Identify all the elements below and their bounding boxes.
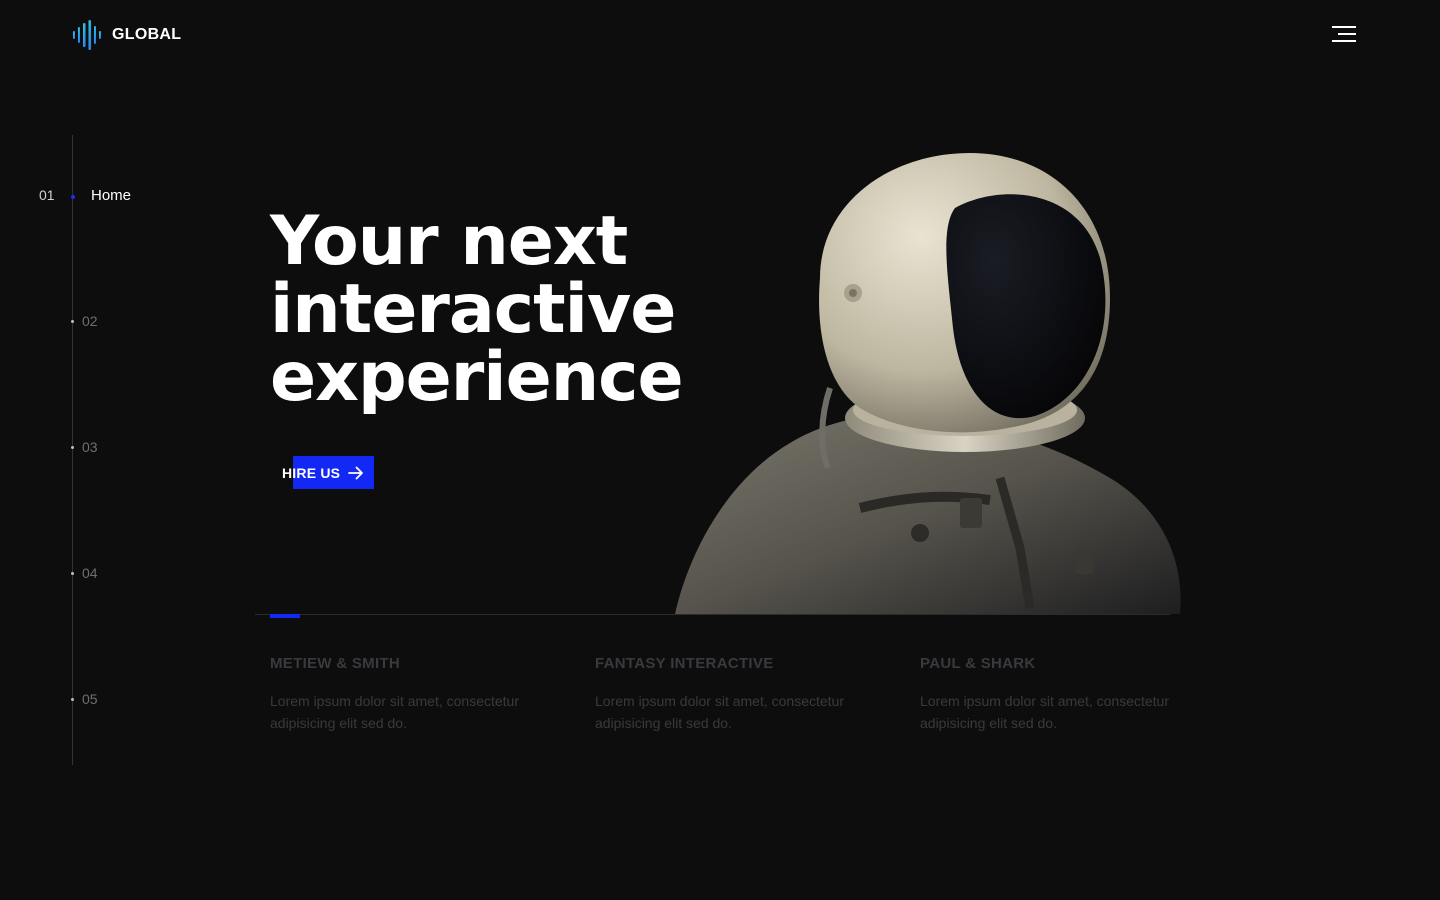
- side-nav-item-home[interactable]: 01 Home: [39, 187, 131, 204]
- hero-title-line: interactive: [270, 270, 676, 349]
- hire-us-label: HIRE US: [282, 464, 341, 481]
- side-nav-item-04[interactable]: 04: [71, 565, 98, 581]
- project-item[interactable]: FANTASY INTERACTIVE Lorem ipsum dolor si…: [595, 655, 895, 734]
- hire-us-button[interactable]: HIRE US: [282, 456, 374, 489]
- page: GLOBAL 01 Home 02 03 04 05 Your next int…: [0, 0, 1440, 900]
- side-nav-number: 04: [82, 565, 98, 581]
- slider-track[interactable]: [255, 614, 1170, 615]
- project-title: METIEW & SMITH: [270, 655, 401, 672]
- side-nav-label: Home: [91, 187, 132, 204]
- project-title: FANTASY INTERACTIVE: [595, 655, 774, 672]
- hero-title-line: experience: [270, 338, 684, 417]
- side-nav-dot: [71, 446, 74, 449]
- side-nav-dot: [71, 320, 74, 323]
- menu-line: [1332, 26, 1356, 28]
- slider-progress: [270, 614, 300, 618]
- project-description: Lorem ipsum dolor sit amet, consectetur …: [920, 693, 1169, 731]
- side-nav-number: 05: [82, 691, 98, 707]
- project-description: Lorem ipsum dolor sit amet, consectetur …: [595, 693, 844, 731]
- arrow-right-icon: [348, 466, 364, 479]
- side-nav-item-05[interactable]: 05: [71, 691, 98, 707]
- brand-name: GLOBAL: [112, 26, 182, 43]
- hero-title: Your next interactive experience: [270, 208, 750, 412]
- hamburger-menu-icon[interactable]: [1330, 24, 1356, 46]
- side-nav-item-02[interactable]: 02: [71, 313, 98, 329]
- side-nav-number: 03: [82, 439, 98, 455]
- side-nav-dot: [71, 572, 74, 575]
- menu-line: [1332, 40, 1356, 42]
- side-nav-line: [72, 135, 73, 765]
- menu-line: [1338, 33, 1356, 35]
- side-nav-number: 01: [39, 187, 55, 203]
- project-item[interactable]: PAUL & SHARK Lorem ipsum dolor sit amet,…: [920, 655, 1220, 734]
- side-nav-item-03[interactable]: 03: [71, 439, 98, 455]
- sound-wave-icon: [73, 20, 101, 50]
- project-item[interactable]: METIEW & SMITH Lorem ipsum dolor sit ame…: [270, 655, 570, 734]
- side-nav-active-dot: [71, 195, 75, 199]
- project-title: PAUL & SHARK: [920, 655, 1036, 672]
- side-nav-dot: [71, 698, 74, 701]
- side-nav-number: 02: [82, 313, 98, 329]
- project-description: Lorem ipsum dolor sit amet, consectetur …: [270, 693, 519, 731]
- brand-logo[interactable]: GLOBAL: [72, 20, 181, 50]
- hero-title-line: Your next: [270, 202, 628, 281]
